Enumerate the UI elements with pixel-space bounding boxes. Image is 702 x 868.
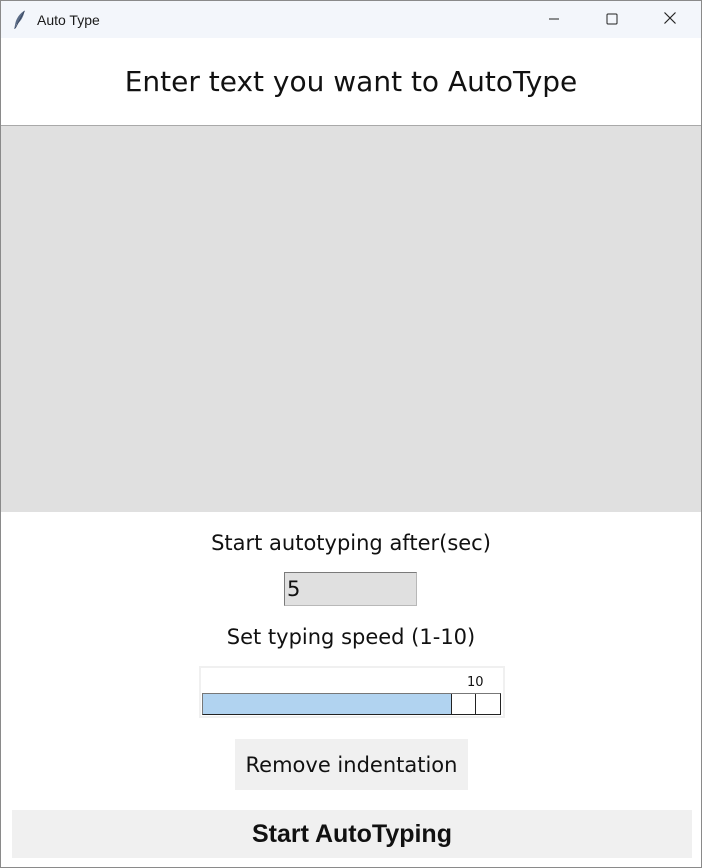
typing-speed-scale[interactable]: 10 bbox=[199, 666, 505, 718]
autotype-text-area[interactable] bbox=[1, 126, 701, 512]
speed-slider-handle[interactable] bbox=[451, 694, 500, 714]
speed-scale-trough[interactable] bbox=[202, 693, 501, 715]
feather-icon bbox=[12, 10, 26, 30]
window-title: Auto Type bbox=[37, 12, 100, 28]
maximize-button[interactable] bbox=[583, 1, 641, 38]
delay-seconds-input[interactable] bbox=[284, 572, 417, 606]
speed-label: Set typing speed (1-10) bbox=[226, 625, 476, 649]
speed-value-readout: 10 bbox=[467, 675, 484, 690]
app-window: Auto Type Enter text you want to AutoTyp… bbox=[0, 0, 702, 868]
minimize-icon bbox=[548, 10, 560, 29]
delay-label: Start autotyping after(sec) bbox=[211, 531, 491, 555]
remove-indentation-button[interactable]: Remove indentation bbox=[235, 739, 468, 790]
minimize-button[interactable] bbox=[525, 1, 583, 38]
close-icon bbox=[663, 10, 677, 29]
title-bar[interactable]: Auto Type bbox=[1, 1, 701, 38]
slider-grip-line bbox=[475, 694, 476, 714]
start-autotyping-button[interactable]: Start AutoTyping bbox=[12, 810, 692, 858]
page-heading: Enter text you want to AutoType bbox=[1, 38, 701, 126]
close-button[interactable] bbox=[641, 1, 699, 38]
maximize-icon bbox=[606, 10, 618, 29]
